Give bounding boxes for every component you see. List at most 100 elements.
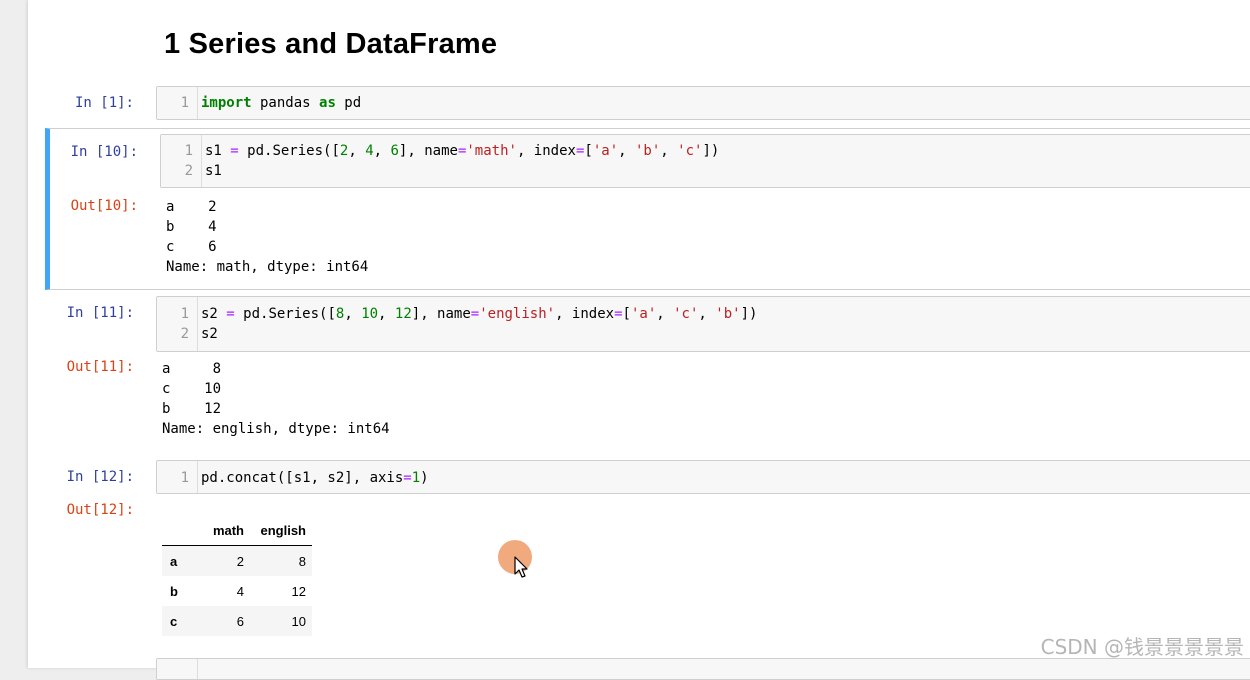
line-number: 2 xyxy=(180,326,189,342)
in-prompt: In [1]: xyxy=(74,95,134,111)
table-cell: 12 xyxy=(291,583,306,599)
code-cell-12[interactable]: In [12]: 1 pd.concat([s1, s2], axis=1) Ou… xyxy=(46,460,1250,650)
line-number: 1 xyxy=(180,306,189,322)
code-token: = xyxy=(470,306,480,322)
code-token: s2 xyxy=(201,326,218,342)
code-line: 2 s1 xyxy=(161,161,222,181)
code-cell-11[interactable]: In [11]: 1 s2 = pd.Series([8, 10, 12], na… xyxy=(46,296,1250,446)
code-input[interactable] xyxy=(156,658,1250,680)
out-prompt: Out[10]: xyxy=(70,198,138,214)
code-token: 'english' xyxy=(479,306,556,322)
in-prompt: In [11]: xyxy=(66,305,134,321)
code-token: 10 xyxy=(361,306,379,322)
code-token: = xyxy=(230,143,239,159)
code-text: s2 = pd.Series([8, 10, 12], name='englis… xyxy=(201,304,757,324)
code-token: ], name xyxy=(411,306,471,322)
code-input[interactable]: 1 import pandas as pd xyxy=(156,86,1250,120)
code-token: , index xyxy=(555,306,615,322)
code-token: [ xyxy=(584,143,593,159)
code-text: s1 xyxy=(205,161,222,181)
code-token: , xyxy=(348,143,366,159)
table-cell: 10 xyxy=(291,613,306,629)
code-token: ]) xyxy=(740,306,758,322)
code-token: 4 xyxy=(365,143,374,159)
dataframe-table: math english a 2 8 b 4 12 c 6 10 xyxy=(162,515,312,636)
table-cell: 4 xyxy=(236,583,244,599)
code-token: 'a' xyxy=(630,306,657,322)
code-token: 'c' xyxy=(677,143,703,159)
code-token: 'b' xyxy=(635,143,661,159)
table-row: a 2 8 xyxy=(162,545,312,576)
code-token: = xyxy=(403,470,412,486)
code-token: import xyxy=(201,95,252,111)
code-token: 'a' xyxy=(592,143,619,159)
line-number: 1 xyxy=(180,470,189,486)
code-token: , xyxy=(660,143,678,159)
code-token: 1 xyxy=(411,470,421,486)
code-token: , xyxy=(373,143,391,159)
line-number: 1 xyxy=(184,143,193,159)
code-token: s1 xyxy=(205,143,231,159)
code-token: pd.Series([ xyxy=(238,143,340,159)
code-token: = xyxy=(614,306,623,322)
watermark: CSDN @钱景景景景景 xyxy=(1040,635,1244,659)
line-number: 1 xyxy=(180,95,189,111)
code-text: pd.concat([s1, s2], axis=1) xyxy=(201,468,429,488)
line-gutter xyxy=(157,659,198,679)
code-token: pandas xyxy=(251,95,320,111)
code-token: as xyxy=(319,95,336,111)
code-text: import pandas as pd xyxy=(201,93,361,113)
code-token: pd.concat([s1, s2], axis xyxy=(201,470,404,486)
code-token: s2 xyxy=(201,306,227,322)
code-input[interactable]: 1 s1 = pd.Series([2, 4, 6], name='math', … xyxy=(160,134,1250,188)
table-row: c 6 10 xyxy=(162,606,312,636)
code-token: , xyxy=(656,306,674,322)
code-token: , xyxy=(698,306,716,322)
code-token: pd xyxy=(335,95,362,111)
out-prompt: Out[11]: xyxy=(66,359,134,375)
code-token: ]) xyxy=(702,143,720,159)
cell-output: a 8 c 10 b 12 Name: english, dtype: int6… xyxy=(162,361,390,437)
row-index: a xyxy=(170,553,178,569)
code-token: 12 xyxy=(394,306,412,322)
code-input[interactable]: 1 pd.concat([s1, s2], axis=1) xyxy=(156,460,1250,494)
code-token: , index xyxy=(516,143,576,159)
code-token: ], name xyxy=(398,143,458,159)
in-prompt: In [12]: xyxy=(66,469,134,485)
code-token: , xyxy=(378,306,395,322)
code-cell-10[interactable]: In [10]: 1 s1 = pd.Series([ 2, 4, 6], name… xyxy=(45,128,1250,290)
notebook-page: 1 Series and DataFrame In [1]: 1 import p… xyxy=(28,0,1250,680)
code-line: 1 s2 = pd.Series([8, 10, 12], name='engli… xyxy=(157,304,758,324)
code-line: 2 s2 xyxy=(157,324,218,344)
table-header-row: math english xyxy=(162,515,312,546)
line-number: 2 xyxy=(184,163,193,179)
code-token: , xyxy=(344,306,362,322)
table-cell: 2 xyxy=(236,553,244,569)
code-token: s1 xyxy=(205,163,222,179)
column-header-math: math xyxy=(204,515,250,546)
code-token: = xyxy=(226,306,235,322)
column-header-english: english xyxy=(250,515,312,546)
out-prompt: Out[12]: xyxy=(66,502,134,518)
code-cell-1[interactable]: In [1]: 1 import pandas as pd xyxy=(46,86,1250,122)
code-line: 1 pd.concat([s1, s2], axis=1) xyxy=(157,468,429,488)
table-cell: 8 xyxy=(298,553,306,569)
code-token: 'math' xyxy=(466,143,517,159)
code-input[interactable]: 1 s2 = pd.Series([8, 10, 12], name='engli… xyxy=(156,296,1250,352)
code-token: , xyxy=(618,143,635,159)
code-line: 1 s1 = pd.Series([2, 4, 6], name='math', … xyxy=(161,141,720,161)
code-token: 'c' xyxy=(673,306,699,322)
code-token: 6 xyxy=(390,143,399,159)
code-token: ) xyxy=(420,470,429,486)
row-index: c xyxy=(170,613,178,629)
cell-output: a 2 b 4 c 6 Name: math, dtype: int64 xyxy=(166,199,369,275)
code-token: 'b' xyxy=(715,306,741,322)
code-text: s2 xyxy=(201,324,218,344)
mouse-pointer-icon xyxy=(514,556,528,578)
table-cell: 6 xyxy=(236,613,244,629)
code-token: pd.Series([ xyxy=(234,306,336,322)
in-prompt: In [10]: xyxy=(70,144,138,160)
index-header xyxy=(162,515,204,546)
code-line: 1 import pandas as pd xyxy=(157,93,362,113)
notebook-heading: 1 Series and DataFrame xyxy=(164,28,498,60)
